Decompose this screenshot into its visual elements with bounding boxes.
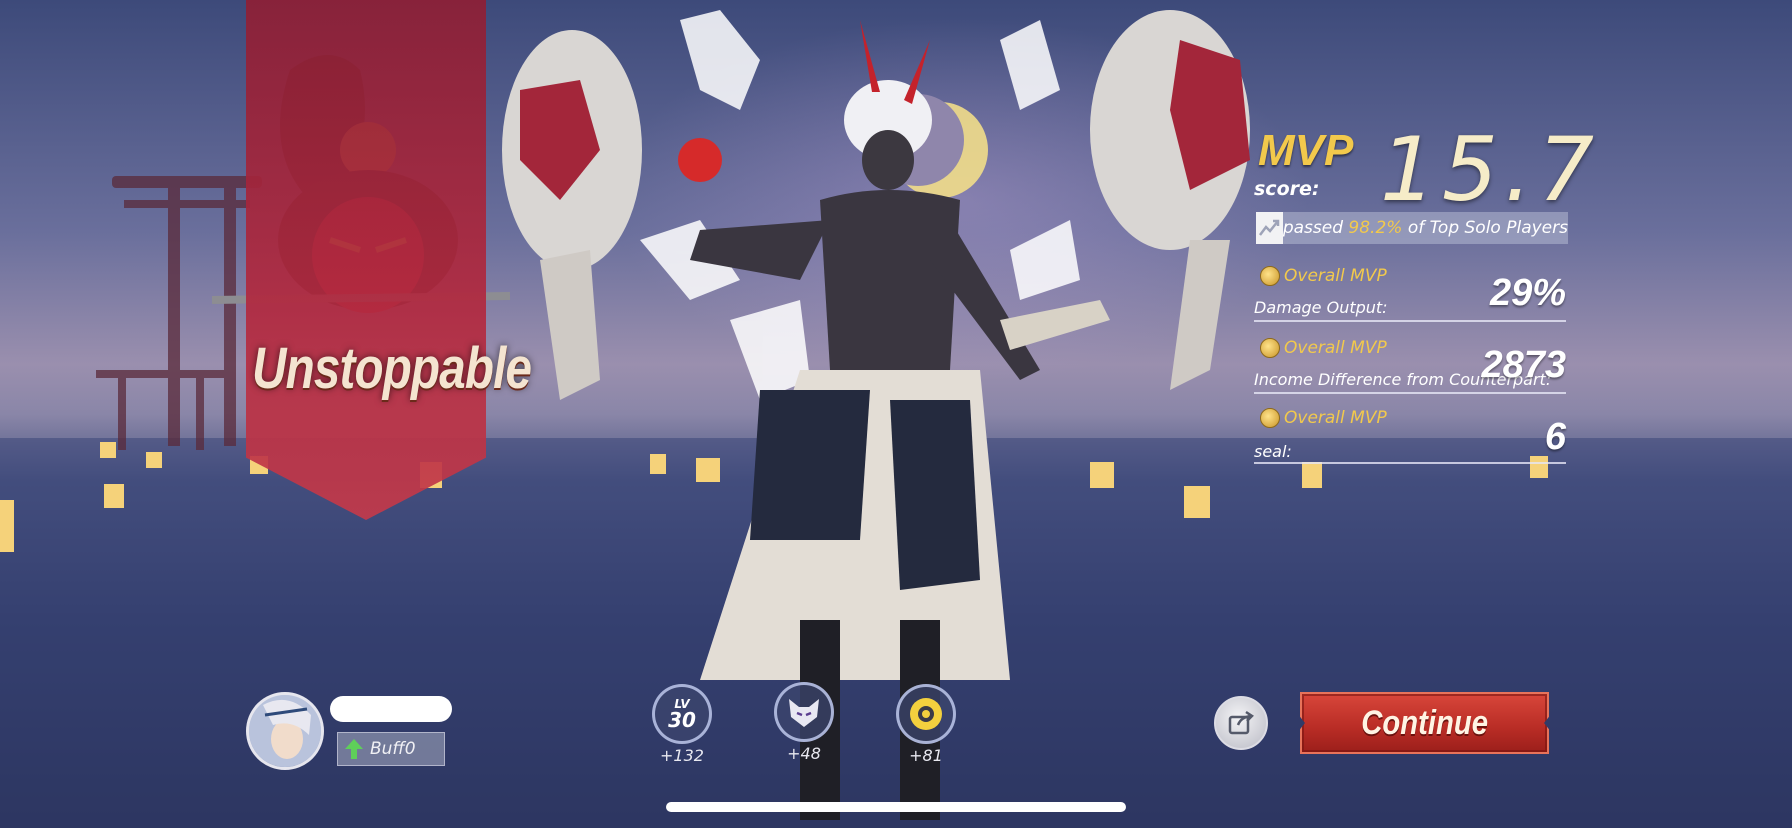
stat-tag: Overall MVP (1260, 408, 1387, 428)
gold-coin-icon (1260, 408, 1280, 428)
stat-tag: Overall MVP (1260, 266, 1387, 286)
buff-indicator[interactable]: Buff0 (337, 732, 445, 766)
player-portrait (249, 695, 321, 767)
coin-icon (910, 698, 942, 730)
stat-tag-label: Overall MVP (1284, 338, 1387, 358)
stat-label: seal: (1254, 442, 1292, 461)
avatar[interactable] (246, 692, 324, 770)
buff-label: Buff0 (370, 739, 416, 759)
fox-mask-icon (789, 699, 819, 727)
share-button[interactable] (1214, 696, 1268, 750)
score-value: 15.7 (1380, 118, 1600, 221)
level-reward-value: +132 (660, 746, 704, 765)
fox-mask-reward-value: +48 (787, 744, 821, 763)
coin-reward-value: +81 (909, 746, 943, 765)
level-number: 30 (668, 708, 696, 732)
stat-tag: Overall MVP (1260, 338, 1387, 358)
surpass-text: passed 98.2% of Top Solo Players (1283, 218, 1568, 238)
home-indicator[interactable] (666, 802, 1126, 812)
continue-button[interactable]: Continue (1300, 692, 1549, 754)
surpass-prefix: passed (1282, 218, 1349, 238)
gold-coin-icon (1260, 338, 1280, 358)
stat-value: 2873 (1481, 344, 1566, 386)
share-icon (1228, 710, 1254, 735)
player-name-redacted (330, 696, 452, 722)
stat-tag-label: Overall MVP (1284, 408, 1387, 428)
rank-title: Unstoppable (252, 336, 532, 401)
divider (1254, 392, 1566, 394)
stat-value: 6 (1544, 416, 1566, 458)
trend-chart-icon (1256, 212, 1283, 244)
coin-badge (896, 684, 956, 744)
level-badge-text: LV 30 (668, 698, 696, 730)
divider (1254, 320, 1566, 322)
mvp-label: MVP (1258, 126, 1354, 175)
surpass-summary: passed 98.2% of Top Solo Players (1256, 212, 1568, 244)
continue-label: Continue (1361, 703, 1488, 742)
stat-tag-label: Overall MVP (1284, 266, 1387, 286)
gold-coin-icon (1260, 266, 1280, 286)
score-label: score: (1254, 178, 1320, 200)
rank-banner (246, 0, 486, 520)
divider (1254, 462, 1566, 464)
fox-mask-badge (774, 682, 834, 742)
level-badge: LV 30 (652, 684, 712, 744)
stat-label: Damage Output: (1254, 298, 1388, 317)
green-up-arrow-icon (345, 739, 363, 759)
surpass-percent: 98.2% (1348, 218, 1403, 238)
stat-value: 29% (1489, 272, 1566, 314)
surpass-suffix: of Top Solo Players (1402, 218, 1568, 238)
